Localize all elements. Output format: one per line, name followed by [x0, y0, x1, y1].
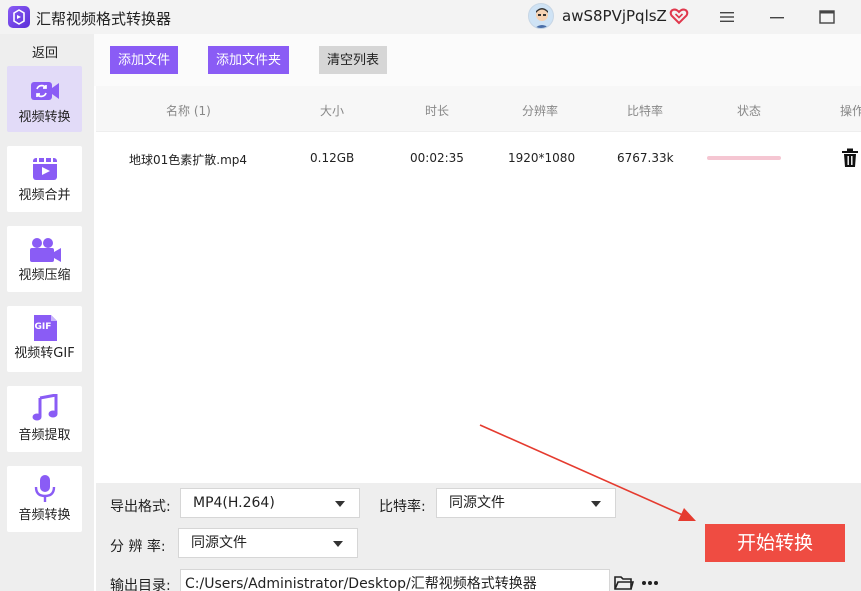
- column-actions: 操作: [840, 104, 861, 118]
- avatar[interactable]: [528, 3, 554, 29]
- chevron-down-icon: [333, 541, 343, 547]
- file-size: 0.12GB: [310, 151, 355, 165]
- chevron-down-icon: [335, 501, 345, 507]
- output-dir-label: 输出目录:: [110, 578, 171, 591]
- gif-badge: GIF: [34, 322, 52, 332]
- bitrate-label: 比特率:: [379, 499, 426, 515]
- toolbar: 添加文件 添加文件夹 清空列表: [94, 34, 861, 86]
- sidebar-item-video-merge[interactable]: 视频合并: [7, 146, 82, 212]
- format-label: 导出格式:: [110, 499, 171, 515]
- resolution-value: 同源文件: [191, 535, 247, 551]
- file-name: 地球01色素扩散.mp4: [129, 153, 248, 167]
- sidebar-item-video-gif[interactable]: GIF 视频转GIF: [7, 306, 82, 372]
- vip-heart-icon[interactable]: [669, 6, 689, 30]
- start-convert-button[interactable]: 开始转换: [705, 524, 845, 562]
- app-logo-icon: [8, 6, 30, 28]
- resolution-label: 分 辨 率:: [110, 539, 166, 555]
- username[interactable]: awS8PVjPqlsZ: [562, 7, 667, 25]
- microphone-icon: [34, 475, 55, 502]
- output-dir-field[interactable]: C:/Users/Administrator/Desktop/汇帮视频格式转换器: [180, 569, 610, 591]
- format-select[interactable]: MP4(H.264): [180, 488, 360, 518]
- app-title: 汇帮视频格式转换器: [36, 10, 172, 28]
- video-convert-icon: [30, 82, 59, 100]
- sidebar-item-audio-convert[interactable]: 音频转换: [7, 466, 82, 532]
- menu-icon[interactable]: [713, 4, 741, 30]
- music-note-icon: [32, 394, 57, 421]
- column-duration[interactable]: 时长: [425, 102, 449, 119]
- more-options-icon[interactable]: [641, 580, 659, 586]
- column-bitrate[interactable]: 比特率: [627, 102, 663, 119]
- back-button[interactable]: 返回: [0, 42, 90, 61]
- add-folder-button[interactable]: 添加文件夹: [208, 46, 290, 74]
- minimize-icon[interactable]: [763, 4, 791, 30]
- column-name[interactable]: 名称 (1): [166, 102, 211, 119]
- sidebar-item-video-compress[interactable]: 视频压缩: [7, 226, 82, 292]
- video-merge-icon: [32, 158, 57, 180]
- sidebar-item-video-convert[interactable]: 视频转换: [7, 66, 82, 132]
- title-bar: 汇帮视频格式转换器 awS8PVjPqlsZ: [0, 0, 861, 34]
- sidebar-item-label: 视频合并: [18, 188, 71, 203]
- sidebar-item-label: 音频转换: [18, 508, 71, 523]
- status-progress-bar: [707, 156, 781, 160]
- sidebar-item-label: 视频压缩: [18, 268, 71, 283]
- sidebar-item-audio-extract[interactable]: 音频提取: [7, 386, 82, 452]
- gif-icon: GIF: [31, 314, 59, 342]
- file-resolution: 1920*1080: [508, 151, 576, 165]
- file-bitrate: 6767.33k: [617, 151, 674, 165]
- sidebar-item-label: 视频转换: [18, 110, 71, 125]
- clear-list-button[interactable]: 清空列表: [319, 46, 388, 74]
- format-value: MP4(H.264): [193, 495, 275, 511]
- add-file-button[interactable]: 添加文件: [110, 46, 179, 74]
- file-duration: 00:02:35: [410, 151, 464, 165]
- resolution-select[interactable]: 同源文件: [178, 528, 358, 558]
- folder-icon[interactable]: [614, 575, 634, 591]
- sidebar: 返回 视频转换 视频合并 视频压缩 GIF 视频转GIF 音频提取 音频转换: [0, 34, 94, 591]
- table-header: 名称 (1) 大小 时长 分辨率 比特率 状态 操作: [96, 86, 861, 132]
- maximize-icon[interactable]: [813, 4, 841, 30]
- column-status: 状态: [737, 104, 762, 118]
- column-resolution[interactable]: 分辨率: [522, 102, 558, 119]
- video-compress-icon: [29, 238, 61, 262]
- annotation-arrow: [479, 424, 696, 521]
- column-size[interactable]: 大小: [320, 102, 344, 119]
- sidebar-item-label: 音频提取: [18, 428, 71, 443]
- delete-icon[interactable]: [841, 148, 859, 168]
- sidebar-item-label: 视频转GIF: [14, 346, 75, 361]
